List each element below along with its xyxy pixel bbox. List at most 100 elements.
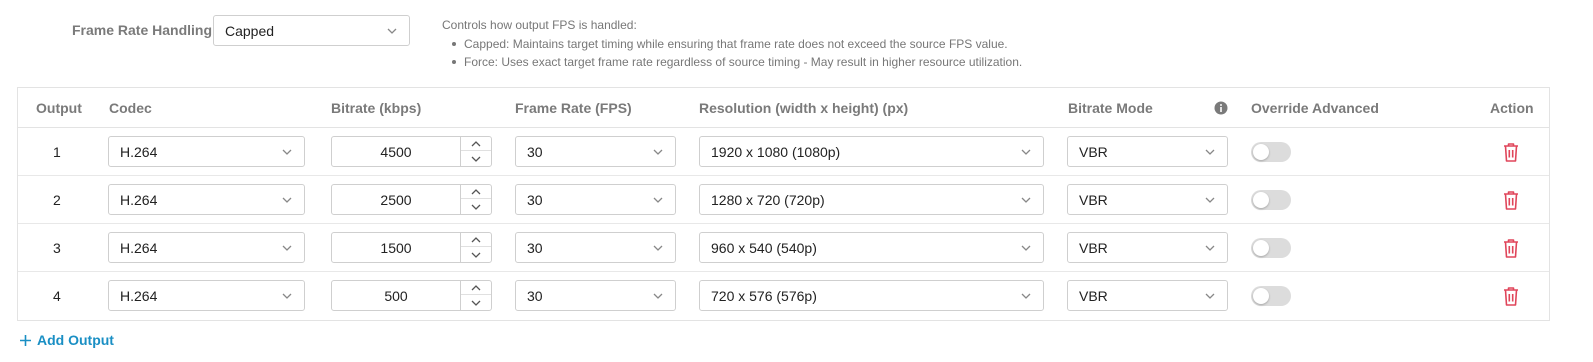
outputs-table: Output Codec Bitrate (kbps) Frame Rate (… [17,87,1550,321]
header-bitrate: Bitrate (kbps) [331,100,422,116]
bitrate-mode-value: VBR [1079,192,1108,208]
add-output-button[interactable]: Add Output [19,332,114,348]
chevron-down-icon [1205,293,1215,299]
output-number: 1 [53,144,61,160]
decrement-button[interactable] [461,152,491,166]
output-number: 2 [53,192,61,208]
chevron-down-icon [653,293,663,299]
chevron-down-icon [282,197,292,203]
toggle-knob [1253,192,1269,208]
override-advanced-toggle[interactable] [1251,238,1291,258]
caret-down-icon [471,300,481,306]
header-codec: Codec [109,100,152,116]
bitrate-stepper[interactable]: 4500 [331,136,492,167]
increment-button[interactable] [461,137,491,151]
codec-select[interactable]: H.264 [108,136,305,167]
info-icon[interactable] [1214,101,1228,115]
override-advanced-toggle[interactable] [1251,286,1291,306]
override-advanced-toggle[interactable] [1251,142,1291,162]
stepper-buttons [460,233,491,262]
toggle-knob [1253,288,1269,304]
chevron-down-icon [1021,197,1031,203]
chevron-down-icon [1205,149,1215,155]
table-row: 3 H.264 1500 30 960 x 540 (540p) VBR [18,224,1549,272]
trash-icon[interactable] [1501,237,1521,259]
bitrate-mode-select[interactable]: VBR [1067,232,1228,263]
frame-rate-select[interactable]: 30 [515,232,676,263]
chevron-down-icon [282,293,292,299]
trash-icon[interactable] [1501,285,1521,307]
resolution-select[interactable]: 720 x 576 (576p) [699,280,1044,311]
trash-icon[interactable] [1501,189,1521,211]
frame-rate-value: 30 [527,192,543,208]
header-override-advanced: Override Advanced [1251,100,1379,116]
codec-value: H.264 [120,192,158,208]
chevron-down-icon [653,197,663,203]
resolution-select[interactable]: 1280 x 720 (720p) [699,184,1044,215]
help-item-force: Force: Uses exact target frame rate rega… [451,53,1022,72]
stepper-buttons [460,137,491,166]
bitrate-stepper[interactable]: 1500 [331,232,492,263]
help-title: Controls how output FPS is handled: [442,18,637,32]
trash-icon[interactable] [1501,141,1521,163]
codec-select[interactable]: H.264 [108,280,305,311]
bitrate-mode-select[interactable]: VBR [1067,136,1228,167]
frame-rate-select[interactable]: 30 [515,184,676,215]
bitrate-value: 2500 [380,192,412,208]
help-list: Capped: Maintains target timing while en… [451,35,1022,72]
chevron-down-icon [1021,245,1031,251]
bitrate-mode-value: VBR [1079,144,1108,160]
resolution-select[interactable]: 960 x 540 (540p) [699,232,1044,263]
bitrate-mode-value: VBR [1079,288,1108,304]
codec-select[interactable]: H.264 [108,232,305,263]
header-frame-rate: Frame Rate (FPS) [515,100,632,116]
decrement-button[interactable] [461,296,491,310]
frame-rate-value: 30 [527,288,543,304]
frame-rate-handling-label: Frame Rate Handling [72,22,213,38]
bitrate-mode-select[interactable]: VBR [1067,184,1228,215]
decrement-button[interactable] [461,200,491,214]
caret-up-icon [471,141,481,147]
stepper-buttons [460,281,491,310]
caret-down-icon [471,156,481,162]
frame-rate-handling-select[interactable]: Capped [213,15,410,46]
codec-value: H.264 [120,144,158,160]
bitrate-value: 4500 [380,144,412,160]
frame-rate-help: Controls how output FPS is handled: Capp… [442,16,1022,72]
frame-rate-value: 30 [527,144,543,160]
table-row: 4 H.264 500 30 720 x 576 (576p) VBR [18,272,1549,320]
bitrate-stepper[interactable]: 500 [331,280,492,311]
caret-up-icon [471,189,481,195]
chevron-down-icon [1205,197,1215,203]
decrement-button[interactable] [461,248,491,262]
override-advanced-toggle[interactable] [1251,190,1291,210]
caret-up-icon [471,285,481,291]
codec-select[interactable]: H.264 [108,184,305,215]
increment-button[interactable] [461,281,491,295]
header-action: Action [1490,100,1534,116]
resolution-value: 720 x 576 (576p) [711,288,817,304]
increment-button[interactable] [461,233,491,247]
table-row: 2 H.264 2500 30 1280 x 720 (720p) VBR [18,176,1549,224]
bitrate-mode-value: VBR [1079,240,1108,256]
header-resolution: Resolution (width x height) (px) [699,100,909,116]
caret-down-icon [471,252,481,258]
frame-rate-select[interactable]: 30 [515,136,676,167]
chevron-down-icon [387,28,397,34]
resolution-value: 1920 x 1080 (1080p) [711,144,841,160]
bitrate-stepper[interactable]: 2500 [331,184,492,215]
output-number: 4 [53,288,61,304]
output-number: 3 [53,240,61,256]
increment-button[interactable] [461,185,491,199]
frame-rate-handling-value: Capped [225,23,275,39]
stepper-buttons [460,185,491,214]
add-output-label: Add Output [37,332,114,348]
bitrate-mode-select[interactable]: VBR [1067,280,1228,311]
help-item-capped: Capped: Maintains target timing while en… [451,35,1022,54]
frame-rate-select[interactable]: 30 [515,280,676,311]
header-output: Output [36,100,82,116]
caret-up-icon [471,237,481,243]
resolution-select[interactable]: 1920 x 1080 (1080p) [699,136,1044,167]
codec-value: H.264 [120,240,158,256]
bitrate-value: 500 [384,288,408,304]
